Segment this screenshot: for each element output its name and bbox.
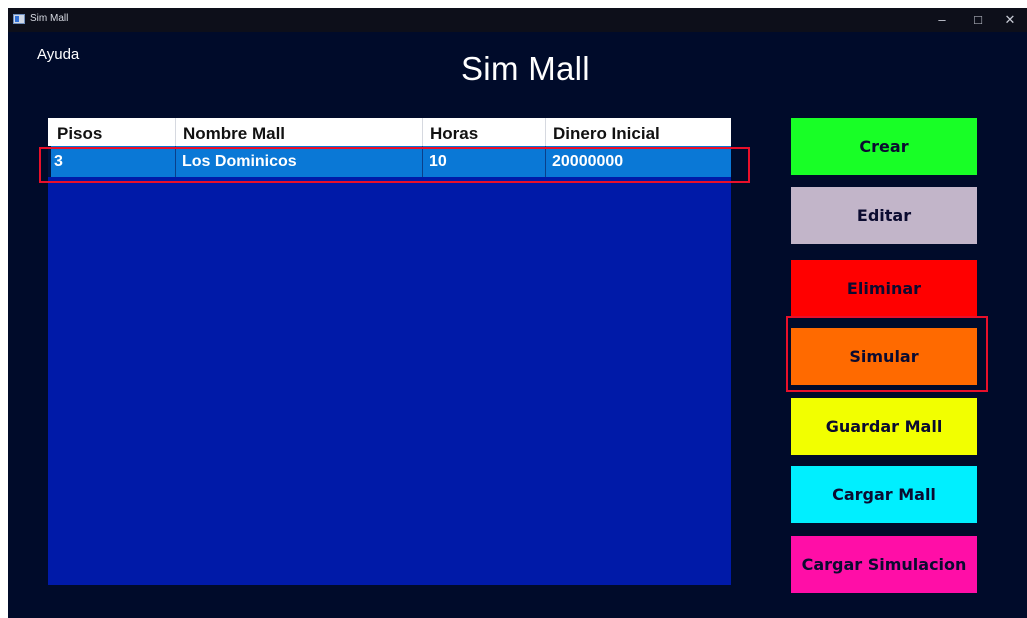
column-header-dinero-inicial[interactable]: Dinero Inicial — [546, 118, 731, 146]
cell-nombre-mall[interactable]: Los Dominicos — [176, 146, 423, 177]
title-bar[interactable]: Sim Mall – □ ✕ — [8, 8, 1027, 32]
minimize-button[interactable]: – — [925, 8, 959, 32]
main-window: Sim Mall – □ ✕ Ayuda Sim Mall Pisos Nomb… — [8, 8, 1027, 618]
app-window-icon — [13, 14, 25, 24]
cargar-simulacion-button[interactable]: Cargar Simulacion — [791, 536, 977, 593]
cell-horas[interactable]: 10 — [423, 146, 546, 177]
table-row[interactable]: 3 Los Dominicos 10 20000000 — [48, 146, 731, 177]
mall-data-grid[interactable]: Pisos Nombre Mall Horas Dinero Inicial 3… — [48, 118, 731, 585]
cell-dinero-inicial[interactable]: 20000000 — [546, 146, 731, 177]
editar-button[interactable]: Editar — [791, 187, 977, 244]
simular-button[interactable]: Simular — [791, 328, 977, 385]
eliminar-button[interactable]: Eliminar — [791, 260, 977, 317]
close-button[interactable]: ✕ — [993, 8, 1027, 32]
column-header-horas[interactable]: Horas — [423, 118, 546, 146]
menu-help[interactable]: Ayuda — [37, 46, 79, 63]
page-title: Sim Mall — [461, 50, 590, 87]
guardar-mall-button[interactable]: Guardar Mall — [791, 398, 977, 455]
column-header-nombre-mall[interactable]: Nombre Mall — [176, 118, 423, 146]
maximize-button[interactable]: □ — [961, 8, 995, 32]
cargar-mall-button[interactable]: Cargar Mall — [791, 466, 977, 523]
window-title: Sim Mall — [30, 13, 69, 24]
column-header-pisos[interactable]: Pisos — [48, 118, 176, 146]
crear-button[interactable]: Crear — [791, 118, 977, 175]
grid-header: Pisos Nombre Mall Horas Dinero Inicial — [48, 118, 731, 146]
cell-pisos[interactable]: 3 — [48, 146, 176, 177]
